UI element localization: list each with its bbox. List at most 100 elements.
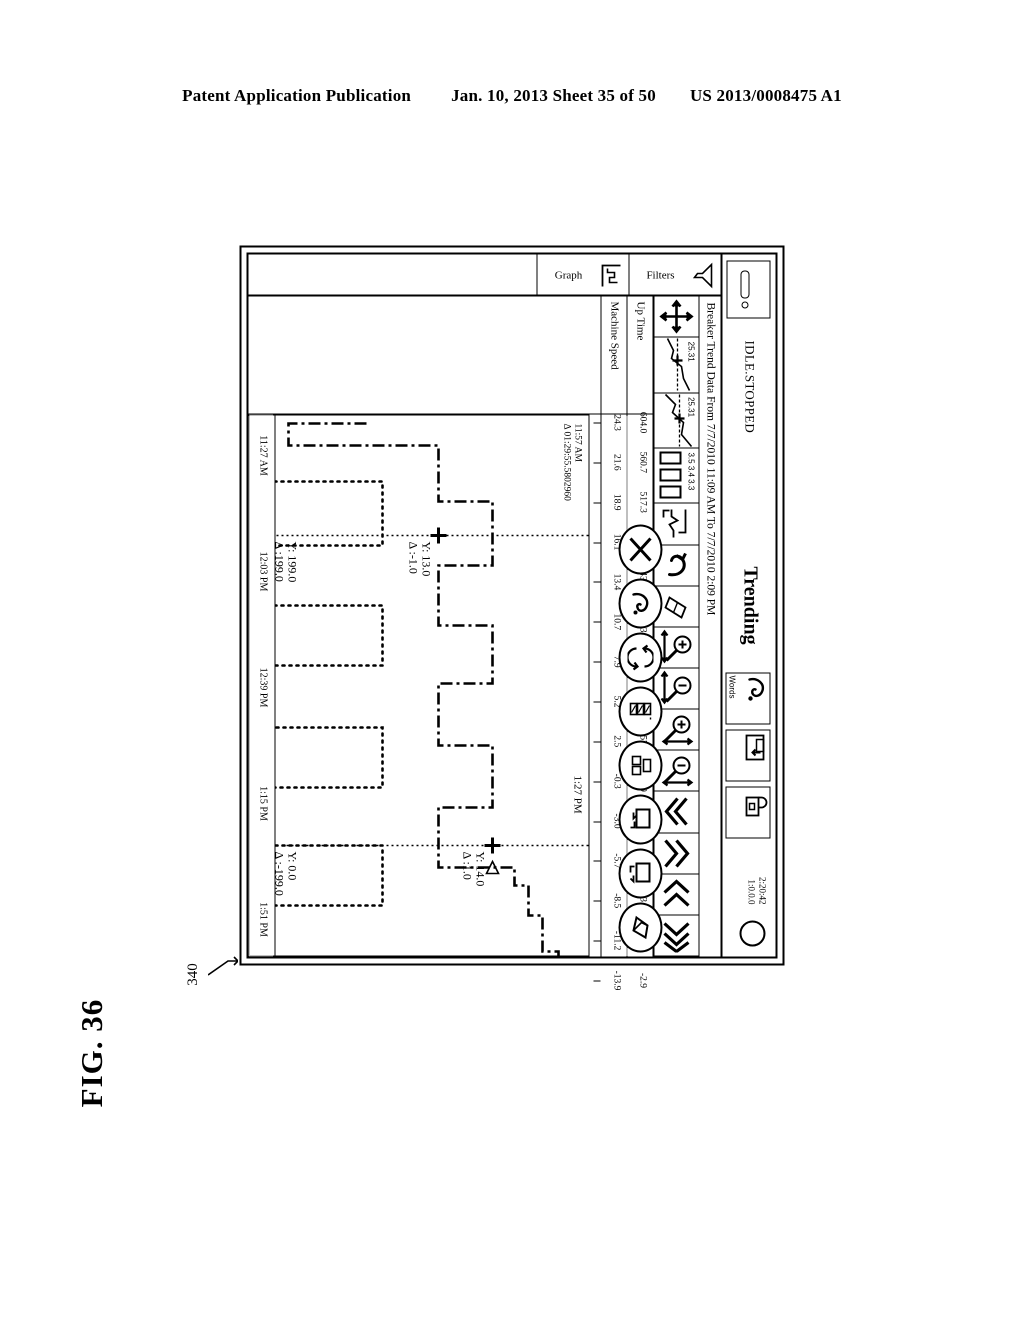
scale-bars-icon	[659, 451, 682, 499]
page-title: Trending	[739, 566, 762, 645]
trend-traces	[274, 422, 589, 957]
status-led-icon	[739, 920, 766, 947]
magnifier-minus-vertical-icon	[661, 756, 694, 787]
pan-tool-button[interactable]	[654, 296, 699, 338]
words-button[interactable]: Words	[725, 672, 771, 725]
axis-tick	[593, 741, 601, 743]
tab-graph-label: Graph	[555, 269, 583, 282]
legend-item-machine-speed[interactable]: Machine Speed	[600, 296, 627, 414]
pointer-command-button[interactable]	[618, 578, 663, 629]
pointer-icon	[748, 677, 765, 701]
screen-b-command-button[interactable]	[618, 848, 663, 899]
timestamp-a-delta: Δ 01:29:55.5802960	[561, 423, 572, 501]
time-axis-row: 11:27 AM 12:03 PM 12:39 PM 1:15 PM 1:51 PM	[248, 414, 275, 957]
close-command-button[interactable]	[618, 524, 663, 575]
timestamp-cursor-b: 1:27 PM	[571, 775, 584, 814]
cursor-b-tool-button[interactable]: 25.31	[654, 393, 699, 449]
save-button[interactable]	[725, 729, 771, 782]
timestamp-a-time: 11:57 AM	[572, 423, 583, 462]
annotation-b-speed-y: Y: 0.0	[285, 851, 300, 881]
double-chevron-down-icon	[664, 797, 688, 826]
tab-filters-label: Filters	[646, 269, 676, 282]
tab-graph[interactable]: Graph	[536, 254, 629, 297]
cursor-a-value: 25.31	[686, 341, 696, 362]
list-view-icon	[629, 702, 652, 722]
clock-time: 2:20:42	[757, 876, 768, 905]
axis-tick	[593, 462, 601, 464]
annotation-a-speed-y: Y: 199.0	[285, 541, 300, 583]
content-area: Breaker Trend Data From 7/7/2010 11:09 A…	[248, 296, 721, 990]
triple-chevron-left-icon	[663, 879, 690, 907]
trending-application-window: IDLE.STOPPED Trending Words 2:20:42 1:0.…	[239, 245, 785, 990]
window-inner-frame: IDLE.STOPPED Trending Words 2:20:42 1:0.…	[246, 252, 778, 990]
machine-speed-scale-tick-0: 604.0	[637, 411, 648, 434]
timestamp-cursor-a: 11:57 AM Δ 01:29:55.5802960	[561, 424, 583, 501]
patent-number-label: US 2013/0008475 A1	[689, 86, 842, 105]
layout-command-button[interactable]	[618, 740, 663, 791]
annotation-b-uptime-y: Y: 14.0	[473, 851, 488, 887]
time-axis-label-0: 11:27 AM	[257, 435, 269, 476]
figure-label: FIG. 36	[74, 998, 109, 1108]
step-trace-icon	[662, 509, 687, 538]
legend-panel: Up Time Machine Speed	[248, 296, 653, 415]
words-button-label: Words	[727, 675, 737, 699]
uptime-scale-tick-2: 18.9	[611, 493, 622, 511]
lock-button[interactable]	[725, 786, 771, 839]
tab-filters[interactable]: Filters	[628, 254, 721, 297]
axis-tick	[593, 581, 601, 583]
uptime-scale-tick-1: 21.6	[611, 454, 622, 471]
patent-page-header: Patent Application Publication Jan. 10, 2…	[0, 86, 1024, 106]
axis-tick	[593, 940, 601, 942]
reference-leader-line	[208, 956, 238, 976]
four-way-arrow-icon	[659, 299, 694, 334]
titlebar-button-group: Words	[725, 672, 771, 839]
window-outer-frame: IDLE.STOPPED Trending Words 2:20:42 1:0.…	[239, 245, 785, 990]
annotation-a-uptime-delta: Δ :-1.0	[406, 541, 421, 574]
scale-tool-button[interactable]: 3.5 3.4 3.3	[654, 448, 699, 504]
triple-chevron-right-icon	[663, 922, 690, 953]
time-axis-label-2: 12:39 PM	[257, 667, 269, 708]
magnifier-plus-horizontal-icon	[660, 629, 692, 664]
magnifier-plus-vertical-icon	[661, 715, 694, 746]
undo-arrow-icon	[668, 552, 687, 576]
legend-label-uptime: Up Time	[634, 301, 647, 341]
uptime-scale-tick-0: 24.3	[611, 414, 622, 431]
clock-display: 2:20:42 1:0.0.0	[746, 877, 768, 905]
cursor-b-value: 25.31	[686, 397, 696, 418]
funnel-icon	[692, 262, 713, 289]
graph-icon	[601, 264, 621, 287]
date-sheet-label: Jan. 10, 2013 Sheet 35 of 50	[451, 86, 656, 105]
timestamp-b-time: 1:27 PM	[571, 775, 584, 814]
axis-tick-row	[588, 414, 601, 982]
plot-zone: 604.0560.7517.3474.0430.6387.3343.9300.6…	[248, 411, 653, 990]
refresh-command-button[interactable]	[618, 632, 663, 683]
legend-label-machine-speed: Machine Speed	[608, 301, 621, 370]
save-disk-icon	[745, 734, 765, 761]
reference-numeral: 340	[184, 963, 201, 986]
machine-speed-scale-tick-14: -2.9	[637, 972, 648, 989]
roll-command-button[interactable]	[618, 902, 663, 953]
refresh-cycle-icon	[627, 644, 654, 671]
axis-tick	[593, 980, 601, 982]
scale-values-label: 3.5 3.4 3.3	[686, 452, 696, 491]
time-axis-label-1: 12:03 PM	[257, 551, 269, 592]
axis-tick	[593, 502, 601, 504]
screen-a-icon	[630, 808, 651, 829]
axis-tick	[593, 542, 601, 544]
eraser-icon	[664, 595, 687, 619]
cursor-a-tool-button[interactable]: 25.31	[654, 337, 699, 394]
annotation-cursor-a-speed: Y: 199.0 Δ :199.0	[274, 541, 300, 583]
time-axis-label-3: 1:15 PM	[257, 786, 269, 821]
list-view-command-button[interactable]	[618, 686, 663, 737]
legend-item-uptime[interactable]: Up Time	[626, 296, 653, 414]
axis-tick	[593, 781, 601, 783]
plot-canvas[interactable]: Y: 13.0 Δ :-1.0 Y: 14.0 Δ :1.0 Y: 199.0 …	[274, 414, 589, 957]
uptime-scale-tick-14: -13.9	[611, 970, 622, 991]
annotation-a-speed-delta: Δ :199.0	[274, 542, 287, 582]
annotation-cursor-a-uptime: Y: 13.0 Δ :-1.0	[406, 541, 434, 577]
time-axis-label-4: 1:51 PM	[257, 902, 269, 937]
layout-blocks-icon	[631, 755, 652, 776]
axis-tick	[593, 661, 601, 663]
trend-caption: Breaker Trend Data From 7/7/2010 11:09 A…	[698, 296, 721, 957]
screen-a-command-button[interactable]	[618, 794, 663, 845]
